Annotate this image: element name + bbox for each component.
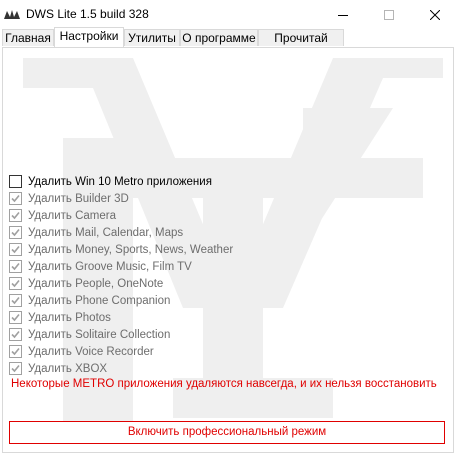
minimize-button[interactable] — [320, 0, 366, 30]
checkmark-icon — [11, 194, 20, 203]
tab-main[interactable]: Главная — [2, 29, 54, 46]
checkmark-icon — [11, 211, 20, 220]
checkbox-box[interactable] — [9, 311, 22, 324]
checkbox-box[interactable] — [9, 192, 22, 205]
checkmark-icon — [11, 245, 20, 254]
checkbox-label: Удалить Groove Music, Film TV — [28, 260, 192, 273]
checkbox-box[interactable] — [9, 294, 22, 307]
checkbox-remove-money-sports-news-weather[interactable]: Удалить Money, Sports, News, Weather — [9, 241, 233, 258]
checkmark-icon — [11, 296, 20, 305]
checkbox-remove-voice-recorder[interactable]: Удалить Voice Recorder — [9, 343, 154, 360]
checkbox-remove-camera[interactable]: Удалить Camera — [9, 207, 116, 224]
tab-utilities[interactable]: Утилиты — [124, 29, 180, 46]
checkmark-icon — [11, 279, 20, 288]
checkbox-label: Удалить Builder 3D — [28, 192, 129, 205]
checkbox-label: Удалить Phone Companion — [28, 294, 171, 307]
checkbox-label: Удалить Mail, Calendar, Maps — [28, 226, 184, 239]
checkbox-label: Удалить Photos — [28, 311, 111, 324]
checkbox-remove-xbox[interactable]: Удалить XBOX — [9, 360, 107, 377]
checkbox-box[interactable] — [9, 345, 22, 358]
settings-panel: Удалить Win 10 Metro приложения Удалить … — [2, 47, 454, 453]
window-title: DWS Lite 1.5 build 328 — [26, 7, 149, 21]
tab-readme[interactable]: Прочитай меня — [258, 29, 344, 62]
app-logo-icon — [4, 9, 20, 21]
title-bar[interactable]: DWS Lite 1.5 build 328 — [0, 0, 458, 30]
checkbox-box[interactable] — [9, 260, 22, 273]
checkbox-remove-solitaire-collection[interactable]: Удалить Solitaire Collection — [9, 326, 170, 343]
app-window: DWS Lite 1.5 build 328 Главная Настройки… — [0, 0, 458, 456]
checkbox-label: Удалить Voice Recorder — [28, 345, 154, 358]
checkbox-box[interactable] — [9, 328, 22, 341]
tab-settings[interactable]: Настройки — [54, 27, 124, 47]
checkbox-box[interactable] — [9, 226, 22, 239]
tab-about[interactable]: О программе — [180, 29, 258, 46]
checkmark-icon — [11, 330, 20, 339]
checkbox-label: Удалить Win 10 Metro приложения — [28, 175, 212, 188]
checkbox-box[interactable] — [9, 362, 22, 375]
checkbox-label: Удалить Money, Sports, News, Weather — [28, 243, 234, 256]
close-button[interactable] — [412, 0, 458, 30]
checkbox-remove-people-onenote[interactable]: Удалить People, OneNote — [9, 275, 163, 292]
checkbox-remove-mail-calendar-maps[interactable]: Удалить Mail, Calendar, Maps — [9, 224, 183, 241]
checkmark-icon — [11, 313, 20, 322]
maximize-button[interactable] — [366, 0, 412, 30]
checkmark-icon — [11, 228, 20, 237]
checkbox-remove-phone-companion[interactable]: Удалить Phone Companion — [9, 292, 170, 309]
checkbox-remove-groove-music-film-tv[interactable]: Удалить Groove Music, Film TV — [9, 258, 192, 275]
minimize-icon — [338, 15, 348, 16]
checkbox-label: Удалить Camera — [28, 209, 117, 222]
close-icon — [430, 10, 440, 20]
checkbox-box[interactable] — [9, 277, 22, 290]
checkbox-label: Удалить People, OneNote — [28, 277, 164, 290]
checkmark-icon — [11, 364, 20, 373]
warning-message: Некоторые METRO приложения удаляются нав… — [11, 378, 437, 390]
checkmark-icon — [11, 347, 20, 356]
checkbox-remove-photos[interactable]: Удалить Photos — [9, 309, 111, 326]
checkmark-icon — [11, 262, 20, 271]
maximize-icon — [384, 10, 394, 20]
checkbox-remove-metro-apps[interactable]: Удалить Win 10 Metro приложения — [9, 173, 212, 190]
checkbox-label: Удалить Solitaire Collection — [28, 328, 171, 341]
checkbox-box[interactable] — [9, 209, 22, 222]
checkbox-box[interactable] — [9, 175, 22, 188]
checkbox-remove-builder-3d[interactable]: Удалить Builder 3D — [9, 190, 129, 207]
enable-pro-mode-button[interactable]: Включить профессиональный режим — [9, 421, 445, 444]
checkbox-box[interactable] — [9, 243, 22, 256]
checkbox-label: Удалить XBOX — [28, 362, 108, 375]
